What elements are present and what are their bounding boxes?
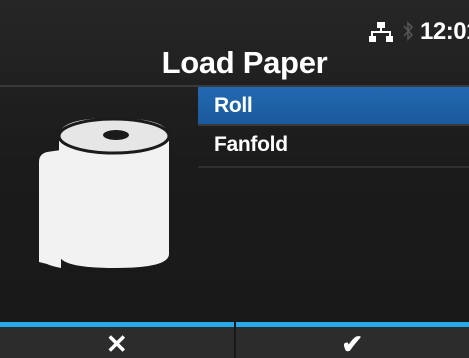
bluetooth-icon (403, 21, 414, 41)
close-icon: ✕ (105, 329, 128, 358)
paper-type-menu: Roll Fanfold (198, 87, 469, 168)
menu-item-fanfold[interactable]: Fanfold (198, 126, 469, 168)
network-icon (369, 22, 393, 42)
page-title: Load Paper (161, 45, 328, 80)
clock: 12:01 (420, 18, 469, 45)
cancel-button[interactable]: ✕ (0, 322, 234, 358)
menu-item-roll[interactable]: Roll (198, 87, 469, 126)
status-bar: 12:01 (0, 0, 469, 48)
paper-roll-icon (39, 118, 171, 268)
check-icon: ✔ (341, 329, 364, 358)
softkey-bar: ✕ ✔ (0, 322, 469, 358)
confirm-button[interactable]: ✔ (235, 322, 469, 358)
load-paper-screen: 12:01 Load Paper Roll Fanfold ✕ ✔ (0, 0, 469, 358)
